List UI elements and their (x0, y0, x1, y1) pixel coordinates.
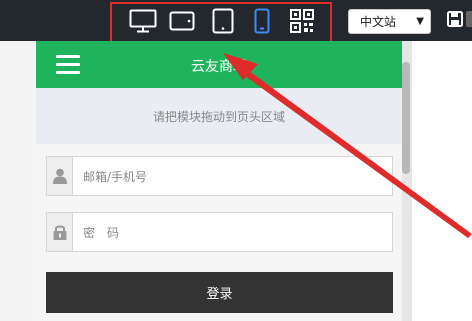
user-icon (47, 157, 73, 195)
canvas-gutter-left (0, 41, 36, 321)
scrollbar-thumb[interactable] (402, 62, 410, 174)
login-button[interactable]: 登录 (46, 272, 393, 313)
language-select-value: 中文站 (360, 15, 397, 29)
lock-icon (47, 213, 73, 251)
login-form: 邮箱/手机号 密 码 登录 (36, 144, 402, 321)
drop-zone-text: 请把模块拖动到页头区域 (152, 109, 285, 124)
tablet-portrait-icon[interactable] (211, 8, 235, 34)
desktop-icon[interactable] (128, 8, 158, 34)
password-placeholder: 密 码 (83, 225, 120, 240)
tablet-landscape-icon[interactable] (169, 8, 195, 34)
header-drop-zone[interactable]: 请把模块拖动到页头区域 (36, 88, 402, 144)
top-toolbar: 中文站 ▼ (0, 0, 472, 41)
canvas-gutter-right (412, 41, 472, 321)
mobile-preview: 云友商城 请把模块拖动到页头区域 邮箱/手机号 密 码 登录 (36, 41, 402, 321)
chevron-down-icon: ▼ (416, 16, 424, 27)
site-title: 云友商城 (191, 59, 247, 75)
language-select[interactable]: 中文站 ▼ (348, 9, 431, 34)
password-field[interactable]: 密 码 (46, 212, 393, 252)
account-placeholder: 邮箱/手机号 (83, 169, 148, 184)
overflow-icon[interactable] (466, 11, 472, 27)
account-field[interactable]: 邮箱/手机号 (46, 156, 393, 196)
phone-icon[interactable] (253, 8, 271, 34)
qr-code-icon[interactable] (289, 8, 315, 34)
site-header: 云友商城 (36, 41, 402, 88)
save-icon[interactable] (447, 11, 463, 31)
